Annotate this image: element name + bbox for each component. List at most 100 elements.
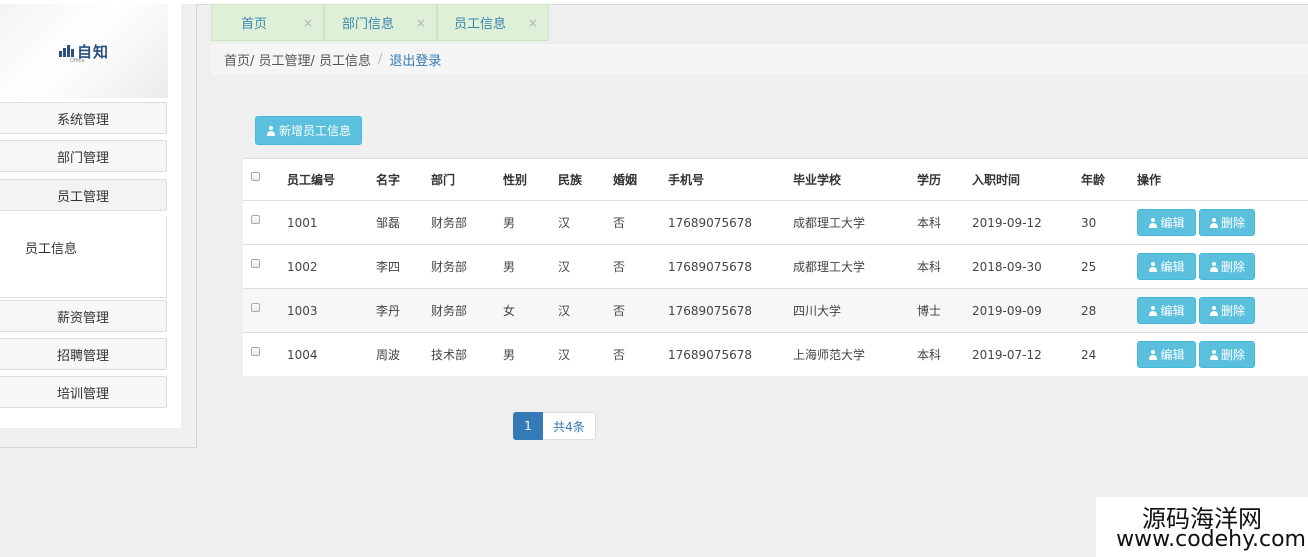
col-header-actions: 操作 [1137,173,1162,187]
col-header-education: 学历 [917,173,942,187]
tab-employee-info[interactable]: 员工信息 × [437,4,549,41]
delete-label: 删除 [1220,304,1245,318]
sidebar-item-training[interactable]: 培训管理 [0,376,167,408]
user-icon [1209,349,1219,360]
employee-submenu: 员工信息 [0,216,167,298]
breadcrumb: 首页/ 员工管理/ 员工信息 / 退出登录 [211,44,1308,75]
employee-table: 员工编号 名字 部门 性别 民族 婚姻 手机号 毕业学校 学历 入职时间 年龄 … [243,158,1308,376]
sidebar-item-label: 薪资管理 [56,310,109,326]
cell-name: 邹磊 [376,216,401,230]
delete-label: 删除 [1220,260,1245,274]
edit-button[interactable]: 编辑 [1137,209,1196,236]
edit-label: 编辑 [1160,348,1185,362]
table-row: 1002 李四 财务部 男 汉 否 17689075678 成都理工大学 本科 … [243,244,1308,288]
cell-phone: 17689075678 [668,303,752,318]
add-employee-button[interactable]: 新增员工信息 [255,116,362,145]
cell-id: 1002 [287,259,318,274]
cell-phone: 17689075678 [668,259,752,274]
cell-education: 本科 [917,348,942,362]
select-all-checkbox[interactable] [251,172,260,181]
watermark-en: www.codehy.com [1116,527,1306,552]
row-checkbox[interactable] [251,303,260,312]
sidebar-item-system[interactable]: 系统管理 [0,102,167,134]
table-row: 1001 邹磊 财务部 男 汉 否 17689075678 成都理工大学 本科 … [243,200,1308,244]
delete-button[interactable]: 删除 [1199,209,1255,236]
cell-actions: 编辑 删除 [1137,333,1255,376]
edit-button[interactable]: 编辑 [1137,297,1196,324]
cell-marriage: 否 [613,348,626,362]
col-header-marriage: 婚姻 [613,173,638,187]
sidebar-item-label: 培训管理 [56,386,109,402]
delete-button[interactable]: 删除 [1199,341,1255,368]
delete-label: 删除 [1220,348,1245,362]
submenu-item-employee-info[interactable]: 员工信息 [25,238,77,257]
table-row: 1004 周波 技术部 男 汉 否 17689075678 上海师范大学 本科 … [243,332,1308,376]
breadcrumb-path: 首页/ 员工管理/ 员工信息 [224,54,372,69]
col-header-name: 名字 [376,173,401,187]
sidebar-item-recruitment[interactable]: 招聘管理 [0,338,167,370]
delete-button[interactable]: 删除 [1199,297,1255,324]
cell-school: 成都理工大学 [793,260,866,274]
logout-link[interactable]: 退出登录 [389,50,441,69]
cell-gender: 男 [503,260,516,274]
watermark: 源码海洋网 www.codehy.com [1096,497,1308,557]
cell-id: 1001 [287,215,318,230]
col-header-id: 员工编号 [287,173,336,187]
cell-name: 周波 [376,348,401,362]
logo-subtext: Office [70,58,85,64]
edit-button[interactable]: 编辑 [1137,253,1196,280]
tab-home[interactable]: 首页 × [211,4,324,41]
cell-hire-date: 2019-09-09 [972,303,1042,318]
tab-bar: 首页 × 部门信息 × 员工信息 × [211,4,549,41]
delete-label: 删除 [1220,216,1245,230]
sidebar-item-employee[interactable]: 员工管理 [0,179,167,211]
cell-school: 四川大学 [793,304,842,318]
delete-button[interactable]: 删除 [1199,253,1255,280]
cell-school: 成都理工大学 [793,216,866,230]
cell-marriage: 否 [613,260,626,274]
edit-label: 编辑 [1160,216,1185,230]
col-header-ethnicity: 民族 [558,173,583,187]
tab-label: 部门信息 [342,17,395,32]
edit-button[interactable]: 编辑 [1137,341,1196,368]
sidebar-item-department[interactable]: 部门管理 [0,140,167,172]
pagination: 1 共4条 [513,412,596,440]
user-icon [1148,261,1158,272]
cell-marriage: 否 [613,304,626,318]
close-icon[interactable]: × [528,16,538,30]
sidebar-item-salary[interactable]: 薪资管理 [0,300,167,332]
cell-department: 财务部 [431,260,468,274]
sidebar-item-label: 部门管理 [56,150,109,166]
cell-name: 李丹 [376,304,401,318]
cell-hire-date: 2019-09-12 [972,215,1042,230]
user-icon [1148,349,1158,360]
cell-age: 25 [1081,259,1097,274]
sidebar-container: 自知 Office 系统管理 部门管理 员工管理 员工信息 薪资管理 招聘管理 … [0,4,197,448]
cell-ethnicity: 汉 [558,304,571,318]
row-checkbox[interactable] [251,347,260,356]
cell-hire-date: 2018-09-30 [972,259,1042,274]
row-checkbox[interactable] [251,215,260,224]
select-all-cell [251,159,260,200]
col-header-department: 部门 [431,173,456,187]
cell-age: 24 [1081,347,1097,362]
cell-gender: 男 [503,216,516,230]
user-icon [266,125,276,136]
cell-ethnicity: 汉 [558,216,571,230]
user-icon [1209,305,1219,316]
close-icon[interactable]: × [303,16,313,30]
sidebar-item-label: 招聘管理 [56,348,109,364]
cell-education: 本科 [917,216,942,230]
row-select-cell [251,289,260,332]
cell-education: 博士 [917,304,942,318]
sidebar-item-label: 员工管理 [56,189,109,205]
cell-actions: 编辑 删除 [1137,289,1255,332]
close-icon[interactable]: × [416,16,426,30]
tab-label: 首页 [241,17,268,32]
row-checkbox[interactable] [251,259,260,268]
tab-department-info[interactable]: 部门信息 × [324,4,437,41]
page-number-1[interactable]: 1 [513,412,543,440]
cell-name: 李四 [376,260,401,274]
cell-hire-date: 2019-07-12 [972,347,1042,362]
cell-actions: 编辑 删除 [1137,245,1255,288]
